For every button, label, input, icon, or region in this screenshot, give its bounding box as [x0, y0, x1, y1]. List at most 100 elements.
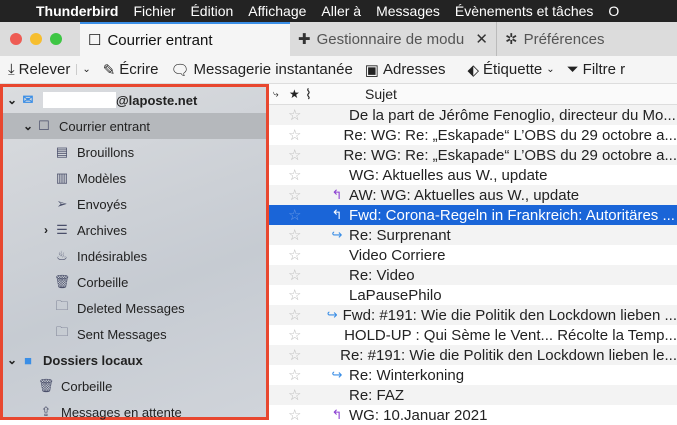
subject-column-header[interactable]: Sujet [365, 86, 397, 102]
message-row[interactable]: ☆Re: Video [269, 265, 677, 285]
message-row[interactable]: ☆↰AW: WG: Aktuelles aus W., update [269, 185, 677, 205]
tab-label: Gestionnaire de modu [317, 31, 465, 48]
message-row[interactable]: ☆ WG: Aktuelles aus W., update [269, 165, 677, 185]
message-row[interactable]: ☆ LaPausePhilo [269, 285, 677, 305]
star-icon[interactable]: ☆ [288, 106, 308, 124]
folder-sent[interactable]: ➢Envoyés [3, 191, 266, 217]
address-book-button[interactable]: ▣Adresses [365, 61, 446, 79]
chevron-down-icon[interactable]: ⌄ [21, 119, 35, 133]
message-row[interactable]: ☆Video Corriere [269, 245, 677, 265]
message-row[interactable]: ☆ Re: #191: Wie die Politik den Lockdown … [269, 345, 677, 365]
message-row[interactable]: ☆Re: WG: Re: „Eskapade“ L’OBS du 29 octo… [269, 125, 677, 145]
attachment-column-icon[interactable]: ⌇ [305, 86, 329, 103]
download-icon: ⤓ [8, 61, 15, 78]
folder-trash[interactable]: 🗑Corbeille [3, 269, 266, 295]
message-row[interactable]: ☆ Re: FAZ [269, 385, 677, 405]
inbox-icon: ☐ [88, 31, 101, 49]
message-subject: Re: WG: Re: „Eskapade“ L’OBS du 29 octob… [344, 147, 677, 164]
message-subject: LaPausePhilo [349, 287, 442, 304]
menu-item[interactable]: Affichage [248, 3, 306, 19]
message-subject: Re: FAZ [349, 387, 404, 404]
message-row[interactable]: ☆De la part de Jérôme Fenoglio, directeu… [269, 105, 677, 125]
tab-preferences[interactable]: ✲Préférences [497, 22, 612, 56]
folder-label: Sent Messages [77, 327, 167, 342]
menu-item[interactable]: Fichier [133, 3, 175, 19]
star-icon[interactable]: ☆ [288, 286, 308, 304]
message-row[interactable]: ☆ Re: WG: Re: „Eskapade“ L’OBS du 29 octo… [269, 145, 677, 165]
message-subject: AW: WG: Aktuelles aus W., update [349, 187, 579, 204]
label: Adresses [383, 61, 446, 78]
star-icon[interactable]: ☆ [288, 146, 305, 164]
tab-addons[interactable]: ✚Gestionnaire de modu✕ [290, 22, 497, 56]
forwarded-icon: ↪ [328, 367, 346, 383]
menu-item[interactable]: Messages [376, 3, 440, 19]
minimize-window-button[interactable] [30, 33, 42, 45]
star-icon[interactable]: ☆ [288, 166, 308, 184]
message-subject: WG: Aktuelles aus W., update [349, 167, 547, 184]
star-icon[interactable]: ☆ [288, 366, 308, 384]
archive-icon: ☰ [53, 222, 71, 238]
star-icon[interactable]: ☆ [288, 226, 308, 244]
tab-inbox[interactable]: ☐Courrier entrant [80, 22, 290, 56]
folder-label: Archives [77, 223, 127, 238]
star-icon[interactable]: ☆ [288, 386, 308, 404]
message-row[interactable]: ☆↰Fwd: Corona-Regeln in Frankreich: Auto… [269, 205, 677, 225]
zoom-window-button[interactable] [50, 33, 62, 45]
menu-item[interactable]: Édition [190, 3, 233, 19]
star-icon[interactable]: ☆ [288, 246, 308, 264]
folder-pane: ⌄✉@laposte.net ⌄☐Courrier entrant ▤Broui… [0, 84, 269, 420]
message-row[interactable]: ☆↪Fwd: #191: Wie die Politik den Lockdow… [269, 305, 677, 325]
star-icon[interactable]: ☆ [288, 266, 308, 284]
star-column-icon[interactable]: ★ [289, 87, 305, 101]
thread-column-icon[interactable]: ⤷ [273, 89, 289, 100]
menu-bar: Thunderbird Fichier Édition Affichage Al… [0, 0, 677, 22]
menu-app[interactable]: Thunderbird [36, 3, 118, 19]
close-window-button[interactable] [10, 33, 22, 45]
chevron-right-icon[interactable]: › [39, 223, 53, 237]
folder-sent-messages[interactable]: 🗀Sent Messages [3, 321, 266, 347]
star-icon[interactable]: ☆ [288, 306, 305, 324]
menu-item[interactable]: Évènements et tâches [455, 3, 594, 19]
message-row[interactable]: ☆↪Re: Surprenant [269, 225, 677, 245]
filter-button[interactable]: ⏷Filtre r [567, 61, 626, 78]
star-icon[interactable]: ☆ [288, 326, 305, 344]
message-row[interactable]: ☆HOLD-UP : Qui Sème le Vent... Récolte l… [269, 325, 677, 345]
local-folders-row[interactable]: ⌄■Dossiers locaux [3, 347, 266, 373]
local-outbox[interactable]: ⇪Messages en attente [3, 399, 266, 425]
write-button[interactable]: ✎Écrire [103, 61, 159, 79]
folder-deleted-messages[interactable]: 🗀Deleted Messages [3, 295, 266, 321]
star-icon[interactable]: ☆ [288, 206, 308, 224]
star-icon[interactable]: ☆ [288, 346, 303, 364]
folder-drafts[interactable]: ▤Brouillons [3, 139, 266, 165]
close-tab-icon[interactable]: ✕ [475, 30, 488, 48]
menu-item[interactable]: Aller à [321, 3, 361, 19]
message-row[interactable]: ☆↪Re: Winterkoning [269, 365, 677, 385]
folder-label: Indésirables [77, 249, 147, 264]
tag-button[interactable]: ⬖Étiquette⌄ [468, 61, 555, 79]
local-trash[interactable]: 🗑Corbeille [3, 373, 266, 399]
folder-junk[interactable]: ♨ Indésirables [3, 243, 266, 269]
drafts-icon: ▤ [53, 144, 71, 160]
star-icon[interactable]: ☆ [288, 406, 308, 424]
chevron-down-icon: ⌄ [546, 64, 554, 75]
account-name: @laposte.net [116, 93, 197, 108]
label: Filtre r [583, 61, 626, 78]
get-messages-dropdown[interactable]: ⌄ [76, 64, 90, 75]
label: Étiquette [483, 61, 542, 78]
folder-archives[interactable]: ›☰ Archives [3, 217, 266, 243]
message-row[interactable]: ☆↰WG: 10.Januar 2021 [269, 405, 677, 425]
folder-inbox[interactable]: ⌄☐Courrier entrant [3, 113, 266, 139]
folder-templates[interactable]: ▥Modèles [3, 165, 266, 191]
account-row[interactable]: ⌄✉@laposte.net [3, 87, 266, 113]
chevron-down-icon[interactable]: ⌄ [5, 93, 19, 107]
window-controls [0, 22, 80, 56]
message-subject: Re: #191: Wie die Politik den Lockdown l… [340, 347, 677, 364]
junk-icon: ♨ [53, 248, 71, 264]
star-icon[interactable]: ☆ [288, 126, 305, 144]
chat-icon: 🗨 [170, 61, 189, 79]
chat-button[interactable]: 🗨Messagerie instantanée [170, 61, 352, 79]
chevron-down-icon[interactable]: ⌄ [5, 353, 19, 367]
get-messages-button[interactable]: ⤓Relever [8, 61, 70, 78]
star-icon[interactable]: ☆ [288, 186, 308, 204]
menu-item[interactable]: O [608, 3, 619, 19]
